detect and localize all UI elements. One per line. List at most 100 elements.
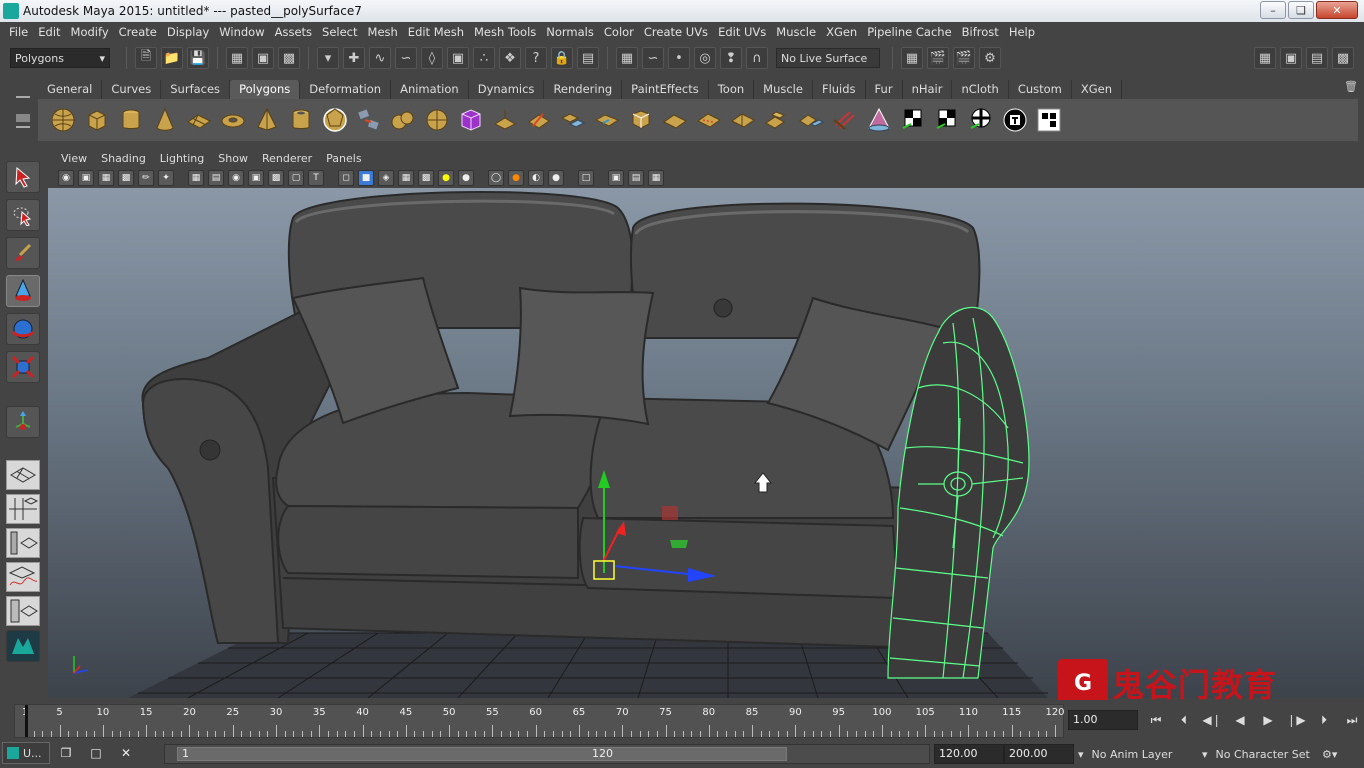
menu-help[interactable]: Help <box>1004 25 1040 39</box>
gate-mask-icon[interactable]: ▣ <box>248 169 264 186</box>
layout-graph-editor-button[interactable] <box>6 562 40 592</box>
grease-pencil-icon[interactable]: ✏ <box>138 169 154 186</box>
shelf-tab-rendering[interactable]: Rendering <box>544 80 623 99</box>
perspective-viewport[interactable] <box>48 188 1364 698</box>
menu-window[interactable]: Window <box>214 25 269 39</box>
multisample-aa-icon[interactable]: ◐ <box>528 169 544 186</box>
poly-plane-icon[interactable] <box>185 106 213 134</box>
poly-cube-purple-icon[interactable] <box>457 106 485 134</box>
use-all-lights-icon[interactable]: ● <box>438 169 454 186</box>
select-misc-icon[interactable]: ? <box>525 47 547 69</box>
camera-attributes-icon[interactable]: ▣ <box>78 169 94 186</box>
smooth-shade-icon[interactable]: ■ <box>358 169 374 186</box>
select-component-icon[interactable]: ▩ <box>278 47 300 69</box>
maximize-icon[interactable]: □ <box>84 742 108 764</box>
shelf-tab-painteffects[interactable]: PaintEffects <box>622 80 709 99</box>
checker-uv-2-icon[interactable] <box>933 106 961 134</box>
shelf-tab-animation[interactable]: Animation <box>391 80 469 99</box>
menu-edit-mesh[interactable]: Edit Mesh <box>403 25 469 39</box>
film-gate-icon[interactable]: ▤ <box>208 169 224 186</box>
menu-create[interactable]: Create <box>114 25 162 39</box>
field-chart-icon[interactable]: ▩ <box>268 169 284 186</box>
shelf-tab-polygons[interactable]: Polygons <box>230 80 301 99</box>
shelf-tab-dynamics[interactable]: Dynamics <box>468 80 545 99</box>
maya-logo-button[interactable] <box>6 630 40 662</box>
layout-outliner-button[interactable] <box>6 528 40 558</box>
open-scene-icon[interactable]: 📁 <box>161 47 183 69</box>
highlight-selection-icon[interactable]: ▤ <box>577 47 599 69</box>
panel-menu-shading[interactable]: Shading <box>94 152 153 165</box>
maximize-button[interactable]: ❑ <box>1288 1 1314 19</box>
snap-grid-icon[interactable]: ▦ <box>616 47 638 69</box>
panel-menu-view[interactable]: View <box>54 152 94 165</box>
poly-cylinder-icon[interactable] <box>117 106 145 134</box>
tool-settings-icon[interactable]: ▣ <box>1280 47 1302 69</box>
animation-end-field[interactable]: 120.00 <box>934 744 1004 764</box>
shelf-tab-fur[interactable]: Fur <box>865 80 903 99</box>
select-curves-icon[interactable]: ∽ <box>395 47 417 69</box>
camera-tool-icon[interactable]: ✦ <box>158 169 174 186</box>
anim-layer-dropdown[interactable]: ▾ No Anim Layer <box>1078 744 1172 764</box>
channel-box-icon[interactable]: ▤ <box>1306 47 1328 69</box>
checker-uv-4-icon[interactable] <box>1001 106 1029 134</box>
lock-selection-icon[interactable]: 🔒 <box>551 47 573 69</box>
play-backwards-button[interactable]: ◀ <box>1228 710 1252 730</box>
rotate-tool-button[interactable] <box>6 313 40 345</box>
resolution-gate-icon[interactable]: ◉ <box>228 169 244 186</box>
render-frame-icon[interactable]: 🎬 <box>927 47 949 69</box>
checker-uv-3-icon[interactable] <box>967 106 995 134</box>
depth-of-field-icon[interactable]: ● <box>548 169 564 186</box>
select-joints-icon[interactable]: ∿ <box>369 47 391 69</box>
select-object-icon[interactable]: ▣ <box>252 47 274 69</box>
cut-faces-icon[interactable] <box>729 106 757 134</box>
range-slider[interactable] <box>164 744 930 764</box>
select-hierarchy-icon[interactable]: ▦ <box>226 47 248 69</box>
split-polygon-icon[interactable] <box>525 106 553 134</box>
shelf-handle[interactable] <box>12 80 34 140</box>
uv-layout-icon[interactable] <box>1035 106 1063 134</box>
xray-components-icon[interactable]: ▦ <box>648 169 664 186</box>
shelf-tab-nhair[interactable]: nHair <box>902 80 953 99</box>
ipr-render-icon[interactable]: 🎬 <box>953 47 975 69</box>
poly-pipe-icon[interactable] <box>287 106 315 134</box>
paint-select-tool-button[interactable] <box>6 237 40 269</box>
safe-title-icon[interactable]: T <box>308 169 324 186</box>
new-scene-icon[interactable]: 🗎 <box>135 47 157 69</box>
menu-assets[interactable]: Assets <box>270 25 317 39</box>
render-settings-icon[interactable]: ⚙ <box>979 47 1001 69</box>
live-surface-field[interactable]: No Live Surface <box>776 48 880 68</box>
mask-dropdown-icon[interactable]: ▾ <box>317 47 339 69</box>
bridge-icon[interactable] <box>559 106 587 134</box>
menu-modify[interactable]: Modify <box>66 25 114 39</box>
bookmarks-icon[interactable]: ▦ <box>98 169 114 186</box>
character-set-dropdown[interactable]: ▾ No Character Set <box>1202 744 1310 764</box>
separate-icon[interactable] <box>389 106 417 134</box>
image-plane-icon[interactable]: ▩ <box>118 169 134 186</box>
select-rendering-icon[interactable]: ❖ <box>499 47 521 69</box>
shelf-tab-xgen[interactable]: XGen <box>1071 80 1123 99</box>
wireframe-on-shaded-icon[interactable]: ◈ <box>378 169 394 186</box>
menu-xgen[interactable]: XGen <box>821 25 862 39</box>
menu-display[interactable]: Display <box>162 25 214 39</box>
play-forwards-button[interactable]: ▶ <box>1256 710 1280 730</box>
shelf-tab-fluids[interactable]: Fluids <box>812 80 866 99</box>
layout-hypershade-button[interactable] <box>6 596 40 626</box>
shelf-tab-muscle[interactable]: Muscle <box>754 80 813 99</box>
textured-icon[interactable]: ▦ <box>398 169 414 186</box>
manipulator-tool-button[interactable] <box>6 406 40 438</box>
shelf-tab-toon[interactable]: Toon <box>708 80 755 99</box>
poly-cube-icon[interactable] <box>83 106 111 134</box>
menu-normals[interactable]: Normals <box>541 25 599 39</box>
sofa-model[interactable] <box>141 191 1030 679</box>
wireframe-icon[interactable]: ◻ <box>338 169 354 186</box>
shelf-tab-custom[interactable]: Custom <box>1008 80 1072 99</box>
step-forward-key-button[interactable]: ⏵ <box>1312 710 1336 730</box>
shelf-tab-curves[interactable]: Curves <box>102 80 162 99</box>
close-button[interactable]: ✕ <box>1316 1 1358 19</box>
render-view-icon[interactable]: ▦ <box>901 47 923 69</box>
merge-icon[interactable] <box>661 106 689 134</box>
go-to-start-button[interactable]: ⏮ <box>1144 710 1168 730</box>
fill-hole-icon[interactable] <box>695 106 723 134</box>
motion-blur-icon[interactable]: ● <box>508 169 524 186</box>
append-polygon-icon[interactable] <box>593 106 621 134</box>
